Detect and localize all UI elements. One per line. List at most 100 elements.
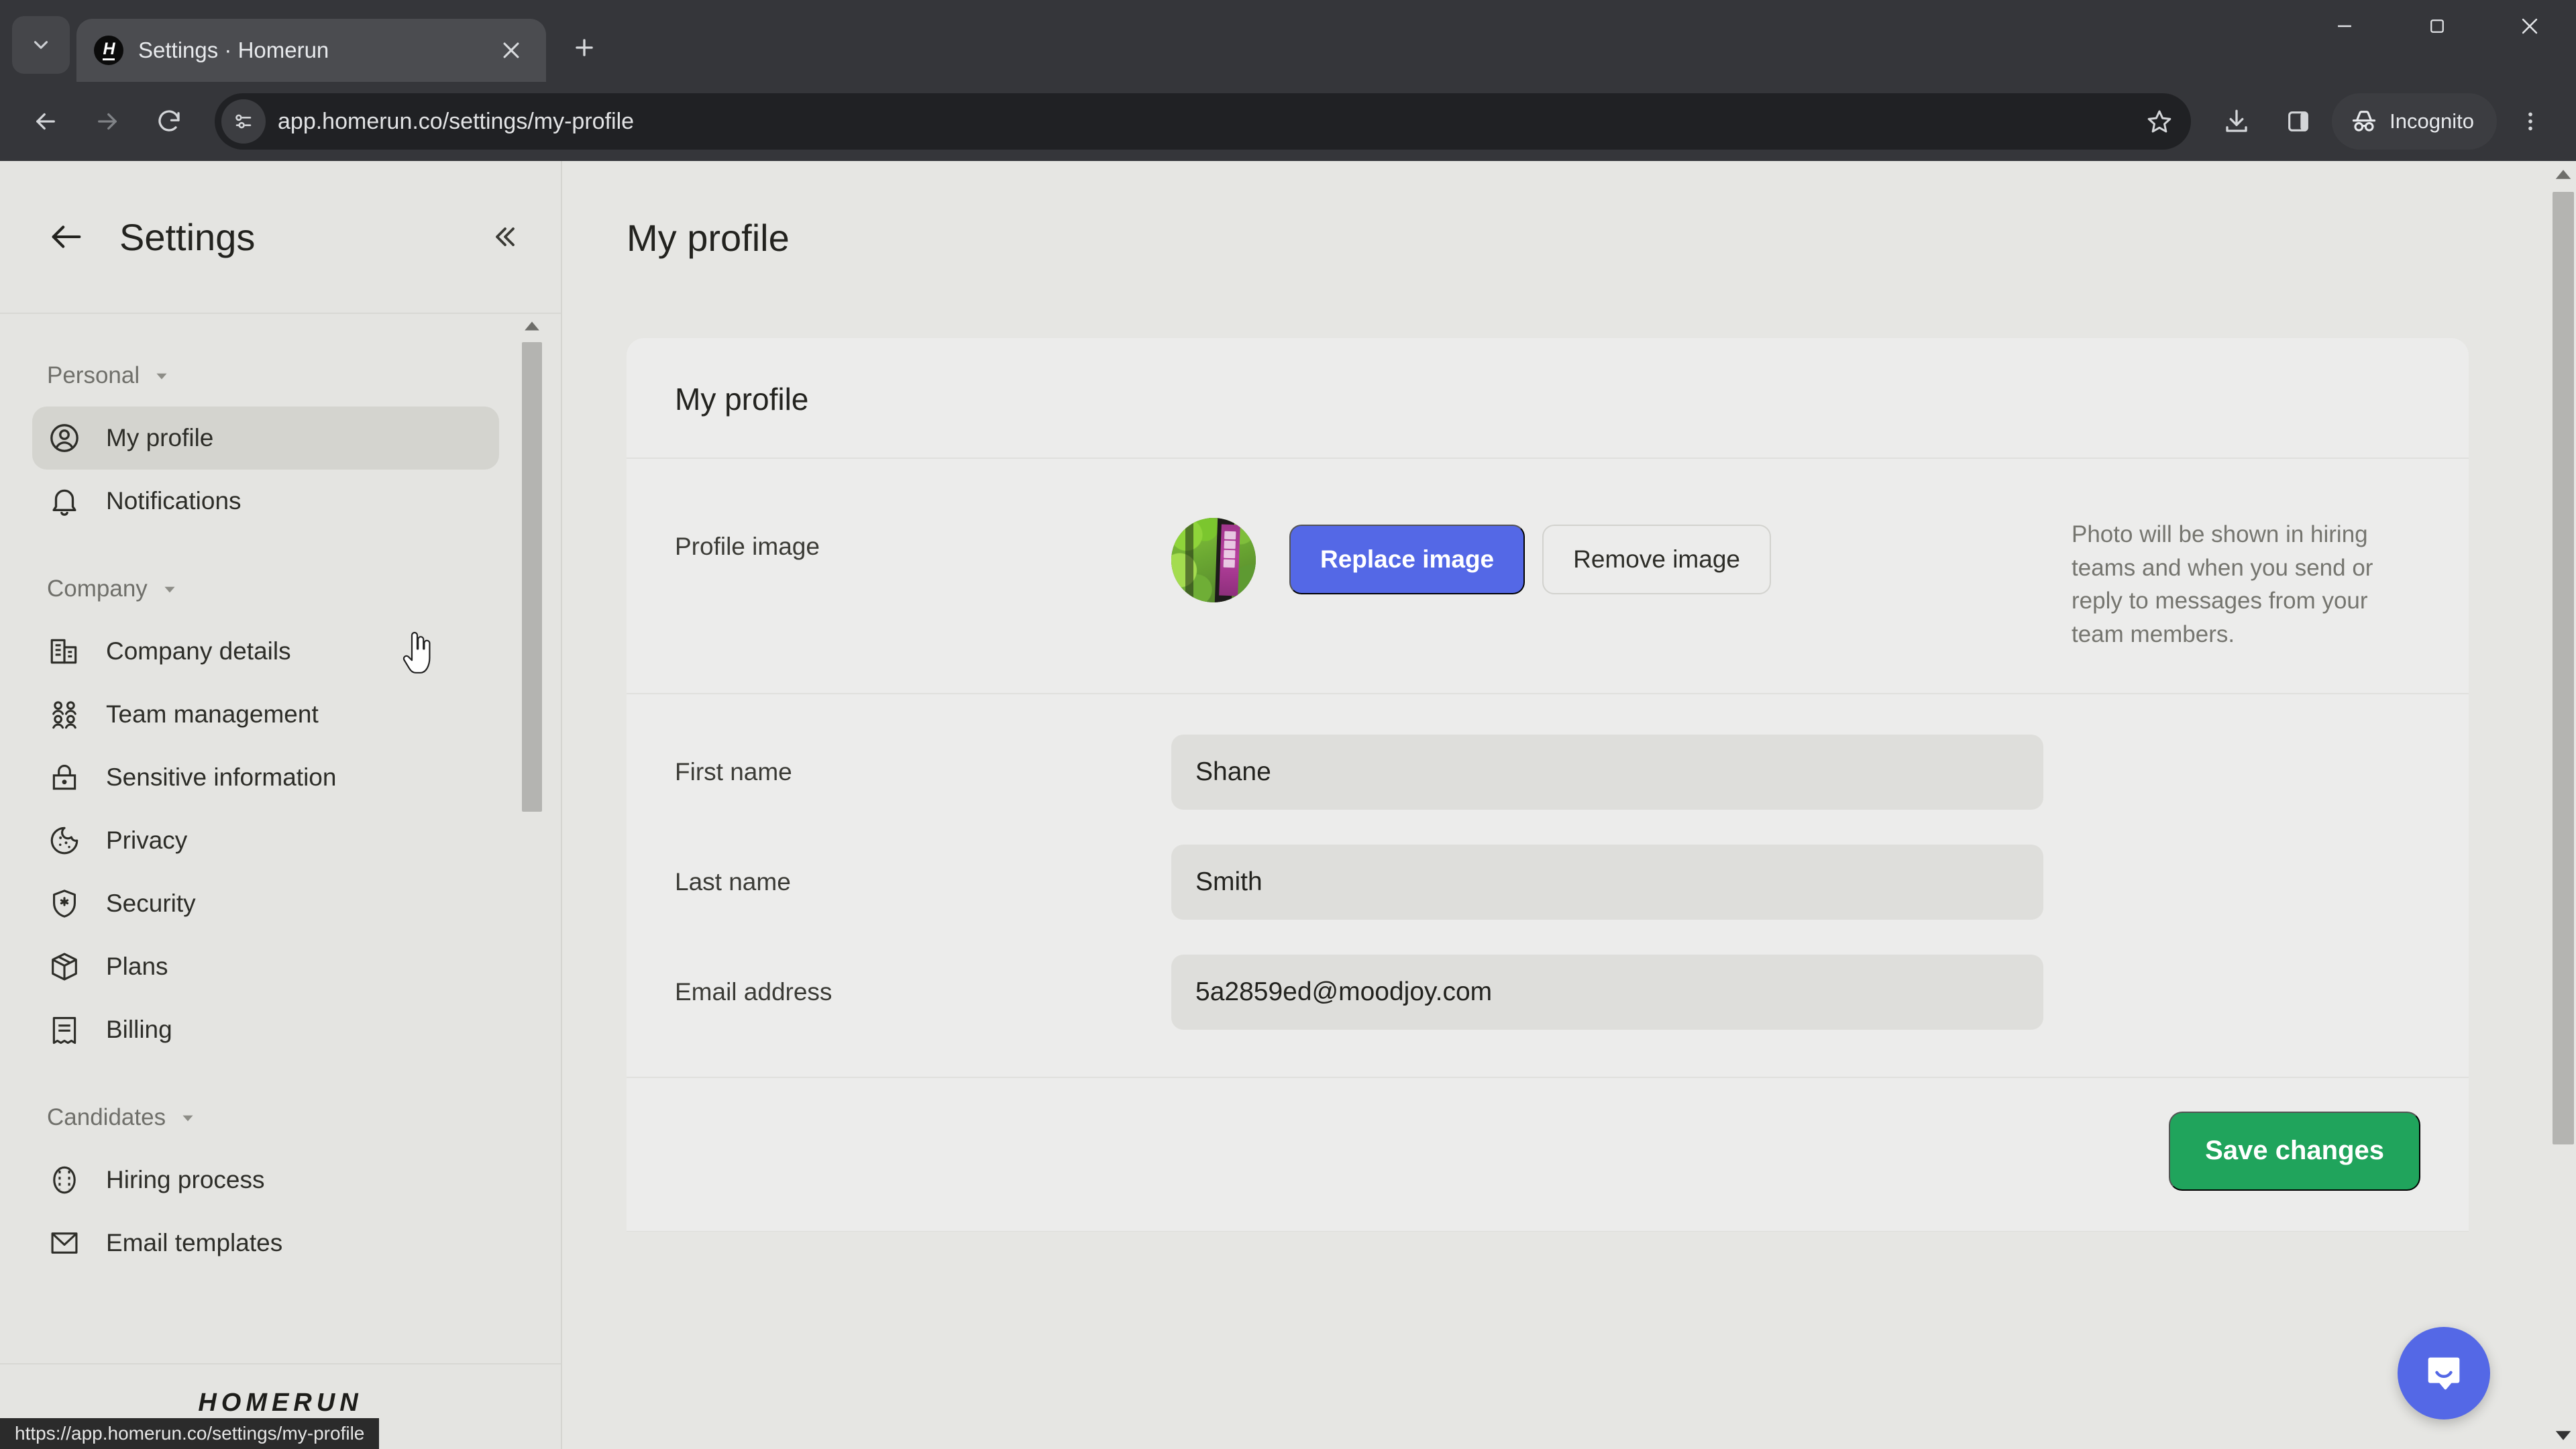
sidebar-nav: Personal My profile Notifications Compan…	[0, 314, 561, 1363]
lock-icon	[47, 760, 82, 795]
sidebar-item-label: Billing	[106, 1016, 172, 1043]
sidebar-item-plans[interactable]: Plans	[32, 935, 499, 998]
last-name-input[interactable]: Smith	[1171, 844, 2043, 920]
sidebar-item-my-profile[interactable]: My profile	[32, 407, 499, 470]
intercom-chat-icon[interactable]	[2398, 1327, 2490, 1419]
sidebar-item-notifications[interactable]: Notifications	[32, 470, 499, 533]
bell-icon	[47, 484, 82, 519]
last-name-row: Last name Smith	[627, 827, 2469, 937]
incognito-badge[interactable]: Incognito	[2332, 93, 2497, 150]
users-icon	[47, 697, 82, 732]
page-scrollbar-thumb[interactable]	[2553, 192, 2574, 1144]
chevron-down-icon	[164, 586, 175, 593]
browser-toolbar: app.homerun.co/settings/my-profile Incog…	[0, 82, 2576, 161]
sidebar-item-hiring-process[interactable]: Hiring process	[32, 1148, 499, 1212]
download-icon[interactable]	[2208, 93, 2265, 150]
new-tab-button[interactable]	[562, 25, 606, 70]
first-name-label: First name	[675, 757, 792, 786]
scroll-up-arrow-icon[interactable]	[521, 314, 543, 338]
minimize-button[interactable]	[2298, 0, 2391, 52]
maximize-button[interactable]	[2391, 0, 2483, 52]
bookmark-star-icon[interactable]	[2137, 99, 2182, 144]
reload-icon[interactable]	[141, 93, 197, 150]
sidebar-item-email-templates[interactable]: Email templates	[32, 1212, 499, 1275]
sidebar-group-candidates[interactable]: Candidates	[0, 1104, 561, 1131]
avatar	[1171, 518, 1256, 602]
shield-star-icon	[47, 886, 82, 921]
sidebar-group-company[interactable]: Company	[0, 576, 561, 602]
sidebar-item-security[interactable]: Security	[32, 872, 499, 935]
sidebar-item-label: Security	[106, 890, 196, 917]
tab-strip: H Settings · Homerun	[0, 0, 2576, 82]
sidebar-item-label: Sensitive information	[106, 763, 337, 791]
close-window-button[interactable]	[2483, 0, 2576, 52]
chevron-down-icon	[182, 1115, 193, 1122]
settings-sidebar: Settings Personal My profile Notificatio…	[0, 161, 562, 1449]
main-body: My profile Profile image Replace image R…	[562, 314, 2576, 1449]
browser-window: H Settings · Homerun app.homerun.co/sett…	[0, 0, 2576, 1449]
receipt-icon	[47, 1012, 82, 1047]
status-bar: https://app.homerun.co/settings/my-profi…	[0, 1418, 380, 1449]
email-address-input[interactable]: 5a2859ed@moodjoy.com	[1171, 954, 2043, 1030]
side-panel-icon[interactable]	[2270, 93, 2326, 150]
sidebar-item-label: Plans	[106, 953, 168, 980]
sidebar-item-company-details[interactable]: Company details	[32, 620, 499, 683]
sidebar-group-personal[interactable]: Personal	[0, 362, 561, 389]
page-viewport: Settings Personal My profile Notificatio…	[0, 161, 2576, 1449]
back-icon[interactable]	[17, 93, 74, 150]
sidebar-item-sensitive-information[interactable]: Sensitive information	[32, 746, 499, 809]
sidebar-item-privacy[interactable]: Privacy	[32, 809, 499, 872]
profile-image-label: Profile image	[675, 533, 820, 560]
window-controls	[2298, 0, 2576, 82]
page-info-icon[interactable]	[221, 99, 266, 144]
sidebar-item-billing[interactable]: Billing	[32, 998, 499, 1061]
building-icon	[47, 634, 82, 669]
user-circle-icon	[47, 421, 82, 455]
arrow-left-icon[interactable]	[44, 215, 89, 259]
my-profile-card: My profile Profile image Replace image R…	[627, 338, 2469, 1231]
first-name-row: First name Shane	[627, 717, 2469, 827]
sidebar-item-label: Team management	[106, 700, 319, 728]
forward-icon[interactable]	[79, 93, 136, 150]
first-name-input[interactable]: Shane	[1171, 734, 2043, 810]
email-address-label: Email address	[675, 977, 833, 1006]
email-address-row: Email address 5a2859ed@moodjoy.com	[627, 937, 2469, 1047]
sidebar-group-label: Candidates	[47, 1104, 166, 1130]
sidebar-header: Settings	[0, 161, 561, 314]
scroll-down-arrow-icon[interactable]	[2551, 1422, 2576, 1449]
envelope-icon	[47, 1226, 82, 1260]
sidebar-scrollbar[interactable]	[521, 314, 543, 1363]
scroll-up-arrow-icon[interactable]	[2551, 161, 2576, 188]
close-icon[interactable]	[494, 33, 529, 68]
profile-image-row: Profile image Replace image Remove image…	[627, 459, 2469, 694]
sidebar-title: Settings	[119, 215, 256, 258]
remove-image-button[interactable]: Remove image	[1542, 525, 1771, 594]
tab-title: Settings · Homerun	[138, 38, 329, 62]
chevron-double-left-icon[interactable]	[482, 215, 526, 259]
tab-search-icon[interactable]	[12, 16, 70, 74]
profile-fields: First name Shane Last name Smith Email a…	[627, 694, 2469, 1078]
homerun-favicon: H	[94, 36, 123, 65]
browser-menu-icon[interactable]	[2502, 93, 2559, 150]
sidebar-scrollbar-thumb[interactable]	[522, 342, 542, 812]
main-header: My profile	[562, 161, 2576, 314]
box-icon	[47, 949, 82, 984]
sidebar-item-label: Company details	[106, 637, 291, 665]
main-content: My profile My profile Profile image Repl…	[562, 161, 2576, 1449]
save-changes-button[interactable]: Save changes	[2169, 1111, 2420, 1191]
sidebar-group-label: Personal	[47, 362, 140, 388]
incognito-label: Incognito	[2390, 109, 2474, 133]
card-footer: Save changes	[627, 1078, 2469, 1231]
address-bar[interactable]: app.homerun.co/settings/my-profile	[215, 93, 2192, 150]
page-title: My profile	[627, 216, 790, 259]
profile-image-helper-text: Photo will be shown in hiring teams and …	[2072, 521, 2373, 648]
replace-image-button[interactable]: Replace image	[1289, 525, 1525, 594]
browser-tab[interactable]: H Settings · Homerun	[76, 19, 546, 82]
page-scrollbar[interactable]	[2551, 161, 2576, 1449]
sidebar-item-team-management[interactable]: Team management	[32, 683, 499, 746]
sidebar-item-label: Hiring process	[106, 1166, 265, 1193]
last-name-label: Last name	[675, 867, 791, 896]
url-text: app.homerun.co/settings/my-profile	[278, 108, 635, 134]
chevron-down-icon	[156, 373, 167, 380]
sidebar-item-label: Notifications	[106, 487, 241, 515]
